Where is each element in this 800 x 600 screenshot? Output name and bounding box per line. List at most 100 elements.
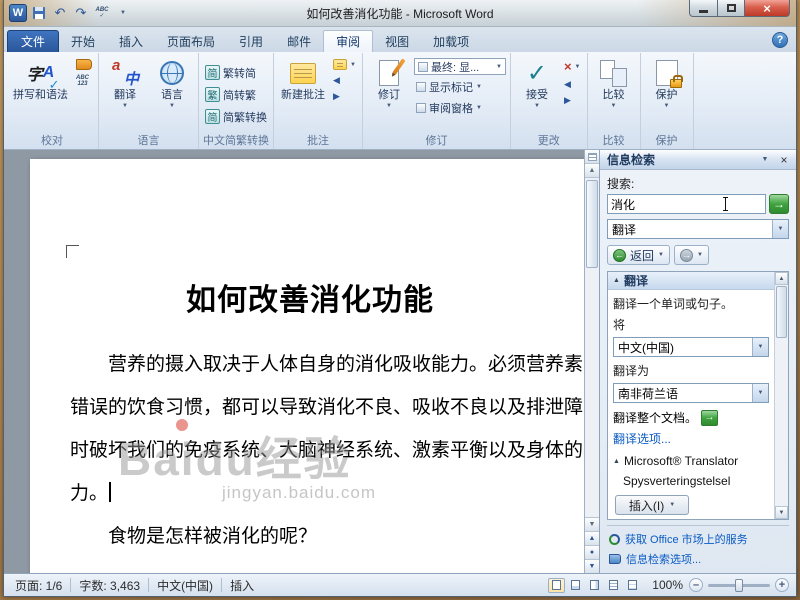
pane-scrollbar[interactable]: ▲ ▼ <box>774 272 788 519</box>
next-change-button[interactable]: ▶ <box>562 94 583 107</box>
track-changes-button[interactable]: 修订 ▼ <box>367 55 411 134</box>
spelling-qat-button[interactable]: ABC✓ <box>93 4 111 22</box>
tab-insert[interactable]: 插入 <box>107 30 155 52</box>
ruler-toggle-button[interactable] <box>585 150 599 164</box>
vertical-scrollbar[interactable]: ▲ ▼ ▲ ● ▼ <box>584 150 599 573</box>
translate-button[interactable]: a中 翻译 ▼ <box>103 55 147 134</box>
forward-button[interactable]: → ▼ <box>674 245 709 265</box>
section-translation-header[interactable]: ▲ 翻译 <box>608 272 774 290</box>
save-button[interactable] <box>30 4 48 22</box>
minimize-icon <box>699 10 708 13</box>
page-indicator[interactable]: 页面: 1/6 <box>11 577 66 594</box>
help-icon[interactable]: ? <box>772 32 788 48</box>
translate-document-button[interactable]: → <box>701 410 718 426</box>
from-language-select[interactable]: 中文(中国) ▼ <box>613 337 769 357</box>
draft-view-button[interactable] <box>624 578 641 593</box>
tab-view[interactable]: 视图 <box>373 30 421 52</box>
paragraph-line-5: 食物是怎样被消化的呢？ <box>30 515 584 558</box>
pane-scroll-thumb[interactable] <box>776 286 787 338</box>
previous-change-button[interactable]: ◀ <box>562 78 583 91</box>
web-layout-view-button[interactable] <box>586 578 603 593</box>
next-page-button[interactable]: ▼ <box>585 559 599 573</box>
spelling-grammar-button[interactable]: 字A✓ 拼写和语法 <box>10 55 71 134</box>
simp-to-trad-button[interactable]: 繁简转繁 <box>203 86 269 104</box>
delete-comment-button[interactable]: ▼ <box>331 58 358 71</box>
language-indicator[interactable]: 中文(中国) <box>153 577 217 594</box>
scrollbar-thumb[interactable] <box>586 180 598 268</box>
globe-icon <box>160 61 184 85</box>
to-dropdown-button[interactable]: ▼ <box>752 384 768 402</box>
scrollbar-track[interactable] <box>585 178 599 517</box>
pane-scroll-down-button[interactable]: ▼ <box>775 506 788 519</box>
from-dropdown-button[interactable]: ▼ <box>752 338 768 356</box>
scroll-down-button[interactable]: ▼ <box>585 517 599 531</box>
pane-menu-button[interactable]: ▼ <box>757 152 773 167</box>
tab-home[interactable]: 开始 <box>59 30 107 52</box>
previous-page-button[interactable]: ▲ <box>585 531 599 545</box>
accept-button[interactable]: ✓ 接受 ▼ <box>515 55 559 134</box>
ribbon-filler <box>694 53 797 149</box>
customize-qat-button[interactable]: ▼ <box>114 4 132 22</box>
document-area[interactable]: 如何改善消化功能 营养的摄入取决于人体自身的消化吸收能力。必须营养素 错误的饮食… <box>4 150 584 573</box>
pane-close-button[interactable]: × <box>776 152 792 167</box>
traditional-icon: 繁 <box>205 87 220 102</box>
scope-dropdown-button[interactable]: ▼ <box>772 220 788 238</box>
tab-references[interactable]: 引用 <box>227 30 275 52</box>
undo-button[interactable]: ↶ <box>51 4 69 22</box>
tab-mailings[interactable]: 邮件 <box>275 30 323 52</box>
chevron-down-icon: ▼ <box>762 156 769 164</box>
group-label-comments: 批注 <box>278 134 358 149</box>
pane-scroll-up-button[interactable]: ▲ <box>775 272 788 285</box>
tab-review[interactable]: 审阅 <box>323 30 373 52</box>
research-options-link[interactable]: 信息检索选项... <box>609 551 787 567</box>
group-language: a中 翻译 ▼ 语言 ▼ 语言 <box>99 53 199 149</box>
outline-view-button[interactable] <box>605 578 622 593</box>
document-page[interactable]: 如何改善消化功能 营养的摄入取决于人体自身的消化吸收能力。必须营养素 错误的饮食… <box>30 159 584 573</box>
previous-comment-button[interactable]: ◀ <box>331 74 358 87</box>
convert-button[interactable]: 简简繁转换 <box>203 108 269 126</box>
translation-options-link[interactable]: 翻译选项... <box>613 430 769 447</box>
next-comment-button[interactable]: ▶ <box>331 90 358 103</box>
tab-addins[interactable]: 加载项 <box>421 30 481 52</box>
reviewing-pane-button[interactable]: 审阅窗格▼ <box>414 99 506 117</box>
research-button[interactable] <box>74 58 94 71</box>
zoom-level[interactable]: 100% <box>652 578 683 592</box>
fullscreen-view-button[interactable] <box>567 578 584 593</box>
main-area: 如何改善消化功能 营养的摄入取决于人体自身的消化吸收能力。必须营养素 错误的饮食… <box>4 150 796 573</box>
word-count-indicator[interactable]: 字数: 3,463 <box>75 577 144 594</box>
language-button[interactable]: 语言 ▼ <box>150 55 194 134</box>
maximize-button[interactable] <box>718 0 745 17</box>
zoom-slider-thumb[interactable] <box>735 579 743 592</box>
close-button[interactable]: × <box>745 0 790 17</box>
new-comment-button[interactable]: 新建批注 <box>278 55 328 134</box>
word-logo-icon[interactable]: W <box>9 4 27 22</box>
reject-button[interactable]: ×▼ <box>562 58 583 75</box>
show-markup-button[interactable]: 显示标记▼ <box>414 78 506 96</box>
print-layout-view-button[interactable] <box>548 578 565 593</box>
back-button[interactable]: ← 返回 ▼ <box>607 245 670 265</box>
pane-scroll-track[interactable] <box>775 285 788 506</box>
repeat-button[interactable]: ↷ <box>72 4 90 22</box>
compare-button[interactable]: 比较 ▼ <box>592 55 636 134</box>
scroll-up-button[interactable]: ▲ <box>585 164 599 178</box>
to-language-select[interactable]: 南非荷兰语 ▼ <box>613 383 769 403</box>
protect-button[interactable]: 保护 ▼ <box>645 55 689 134</box>
tab-file[interactable]: 文件 <box>7 30 59 52</box>
zoom-in-button[interactable]: + <box>775 578 789 592</box>
insert-button[interactable]: 插入(I) ▼ <box>615 495 689 515</box>
word-count-button[interactable]: ABC123 <box>74 74 94 88</box>
browse-object-button[interactable]: ● <box>585 545 599 559</box>
minimize-button[interactable] <box>689 0 718 17</box>
insert-mode-indicator[interactable]: 插入 <box>226 577 258 594</box>
search-scope-select[interactable]: 翻译 ▼ <box>607 219 789 239</box>
search-input[interactable] <box>607 194 766 214</box>
provider-header[interactable]: ▲ Microsoft® Translator <box>613 454 769 468</box>
trad-to-simp-button[interactable]: 简繁转简 <box>203 64 269 82</box>
display-for-review-select[interactable]: 最终: 显...▼ <box>414 58 506 75</box>
zoom-out-button[interactable]: – <box>689 578 703 592</box>
zoom-slider[interactable] <box>708 584 770 587</box>
tab-page-layout[interactable]: 页面布局 <box>155 30 227 52</box>
web-layout-icon <box>590 580 599 590</box>
start-search-button[interactable]: → <box>769 194 789 214</box>
get-services-link[interactable]: 获取 Office 市场上的服务 <box>609 531 787 547</box>
